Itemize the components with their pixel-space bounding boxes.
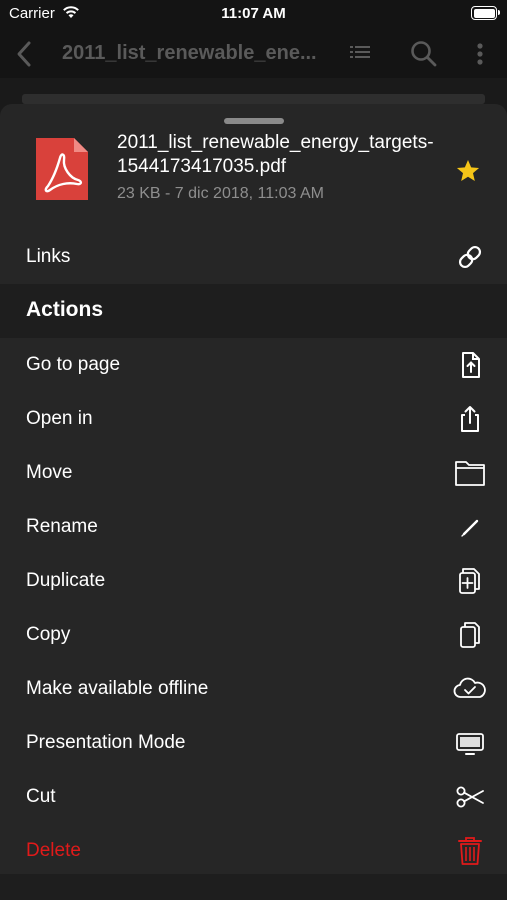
pdf-file-icon <box>36 138 88 200</box>
document-page-edge <box>22 94 485 104</box>
search-icon[interactable] <box>410 40 438 68</box>
sheet-grabber-handle[interactable] <box>224 118 284 124</box>
share-icon <box>461 406 479 432</box>
action-label: Delete <box>26 840 81 861</box>
clock: 11:07 AM <box>221 5 286 22</box>
action-presentation-mode[interactable]: Presentation Mode <box>0 716 507 770</box>
action-make-available-offline[interactable]: Make available offline <box>0 662 507 716</box>
action-delete[interactable]: Delete <box>0 824 507 878</box>
action-cut[interactable]: Cut <box>0 770 507 824</box>
more-vertical-icon[interactable] <box>476 42 484 66</box>
action-label: Duplicate <box>26 570 106 591</box>
navigation-bar: 2011_list_renewable_ene... <box>0 30 507 78</box>
action-go-to-page[interactable]: Go to page <box>0 338 507 392</box>
action-label: Presentation Mode <box>26 732 186 753</box>
links-label: Links <box>26 246 71 267</box>
action-label: Rename <box>26 516 98 537</box>
action-open-in[interactable]: Open in <box>0 392 507 446</box>
action-label: Go to page <box>26 354 121 375</box>
action-label: Cut <box>26 786 56 807</box>
cloud-check-icon <box>453 677 486 698</box>
action-label: Copy <box>26 624 71 645</box>
document-title: 2011_list_renewable_ene... <box>62 42 317 64</box>
trash-icon <box>458 837 482 865</box>
link-icon <box>458 245 482 269</box>
action-move[interactable]: Move <box>0 446 507 500</box>
file-meta: 23 KB - 7 dic 2018, 11:03 AM <box>117 185 324 202</box>
sheet-bottom-strip <box>0 874 507 900</box>
action-label: Open in <box>26 408 93 429</box>
folder-icon <box>455 461 485 486</box>
back-chevron-icon[interactable] <box>14 40 34 68</box>
action-duplicate[interactable]: Duplicate <box>0 554 507 608</box>
battery-icon <box>471 6 500 20</box>
file-info-header: 2011_list_renewable_energy_targets-15441… <box>0 128 507 228</box>
duplicate-icon <box>459 568 480 594</box>
go-to-page-icon <box>462 352 480 378</box>
outline-list-icon[interactable] <box>350 44 370 60</box>
action-sheet: 2011_list_renewable_energy_targets-15441… <box>0 104 507 900</box>
status-bar: Carrier 11:07 AM <box>0 0 507 30</box>
favorite-star-icon[interactable] <box>455 158 481 184</box>
action-copy[interactable]: Copy <box>0 608 507 662</box>
links-row[interactable]: Links <box>0 230 507 284</box>
scissors-icon <box>456 786 484 808</box>
action-label: Make available offline <box>26 678 209 699</box>
copy-icon <box>460 622 480 648</box>
file-name: 2011_list_renewable_energy_targets-15441… <box>117 132 434 177</box>
action-rename[interactable]: Rename <box>0 500 507 554</box>
actions-section-header: Actions <box>0 284 507 338</box>
action-label: Move <box>26 462 73 483</box>
monitor-icon <box>456 733 484 755</box>
pencil-icon <box>461 519 479 537</box>
actions-header-label: Actions <box>26 298 104 321</box>
